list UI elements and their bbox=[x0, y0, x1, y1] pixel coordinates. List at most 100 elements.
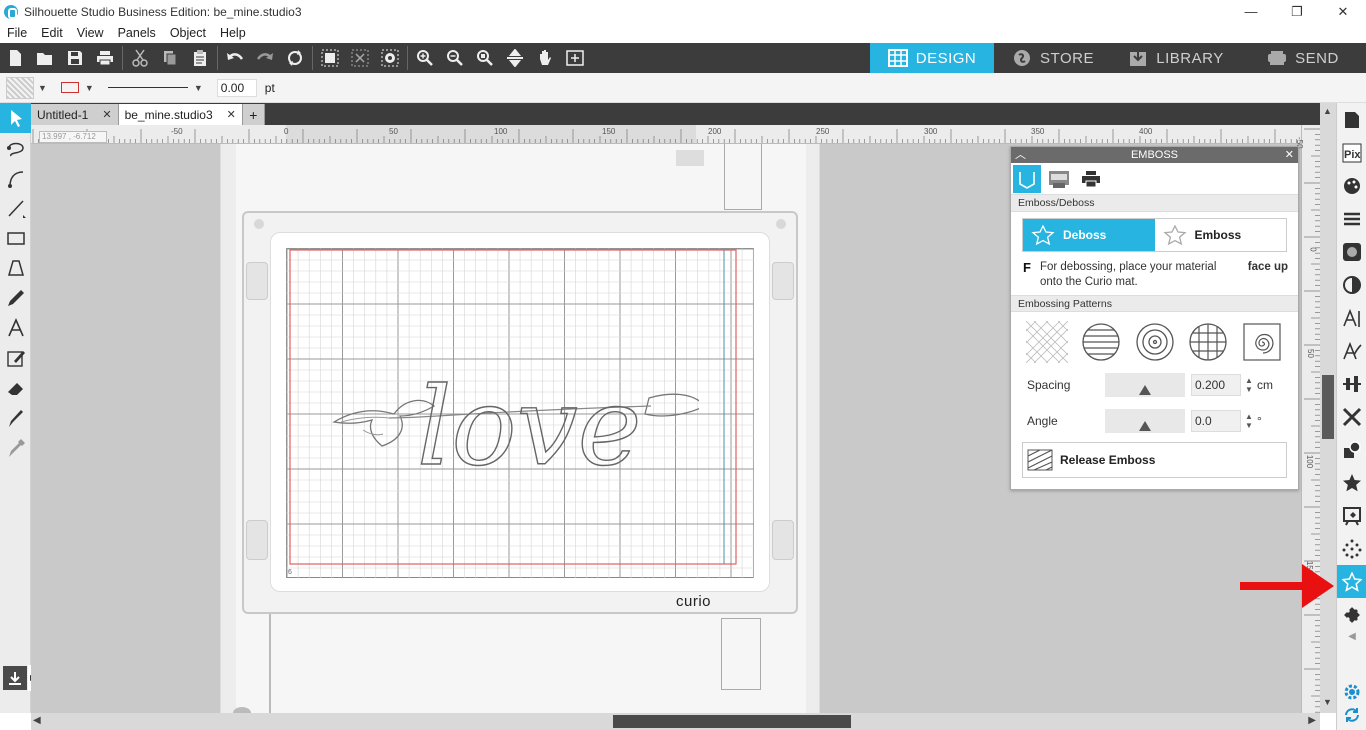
angle-slider[interactable] bbox=[1105, 409, 1185, 433]
draw-tool-icon[interactable] bbox=[0, 283, 31, 313]
scroll-down-icon[interactable]: ▼ bbox=[1323, 697, 1332, 707]
scroll-right-icon[interactable]: ▶ bbox=[1308, 715, 1316, 726]
trace-icon[interactable] bbox=[1337, 499, 1366, 532]
close-tab-icon[interactable]: ✕ bbox=[102, 108, 111, 121]
horizontal-scrollbar[interactable]: ◀ ▶ bbox=[31, 713, 1320, 730]
point-edit-tool-icon[interactable] bbox=[0, 133, 31, 163]
angle-stepper[interactable]: ▲ ▼ bbox=[1244, 412, 1254, 430]
compound-path-icon[interactable] bbox=[375, 43, 405, 73]
grid-pattern-icon[interactable] bbox=[1186, 320, 1230, 364]
fit-to-page-icon[interactable] bbox=[560, 43, 590, 73]
close-window-button[interactable]: ✕ bbox=[1320, 0, 1366, 23]
scroll-up-icon[interactable]: ▲ bbox=[1323, 106, 1332, 116]
line-style-preview[interactable] bbox=[107, 87, 188, 88]
menu-object[interactable]: Object bbox=[163, 26, 213, 40]
knife-tool-icon[interactable] bbox=[0, 403, 31, 433]
close-tab-icon[interactable]: ✕ bbox=[227, 108, 236, 121]
collapse-panel-icon[interactable]: ◀ bbox=[1337, 631, 1366, 645]
line-color-dropdown-icon[interactable]: ▼ bbox=[85, 83, 94, 93]
line-style-icon[interactable] bbox=[1337, 202, 1366, 235]
vertical-scroll-thumb[interactable] bbox=[1322, 375, 1334, 439]
emboss-panel-header[interactable]: ︿ EMBOSS ✕ bbox=[1011, 147, 1298, 163]
close-panel-icon[interactable]: ✕ bbox=[1285, 147, 1294, 163]
open-folder-icon[interactable] bbox=[30, 43, 60, 73]
align-icon[interactable] bbox=[1337, 367, 1366, 400]
print-icon[interactable] bbox=[90, 43, 120, 73]
text-style-icon[interactable] bbox=[1337, 301, 1366, 334]
save-icon[interactable] bbox=[60, 43, 90, 73]
rectangle-tool-icon[interactable] bbox=[0, 223, 31, 253]
replicate-icon[interactable] bbox=[1337, 532, 1366, 565]
curve-tool-icon[interactable] bbox=[0, 163, 31, 193]
text-to-path-icon[interactable] bbox=[1337, 334, 1366, 367]
ungroup-icon[interactable] bbox=[345, 43, 375, 73]
menu-help[interactable]: Help bbox=[213, 26, 253, 40]
eyedropper-tool-icon[interactable] bbox=[0, 433, 31, 463]
emboss-button[interactable]: Emboss bbox=[1155, 219, 1287, 251]
menu-file[interactable]: File bbox=[0, 26, 34, 40]
drag-view-icon[interactable] bbox=[500, 43, 530, 73]
tab-store[interactable]: STORE bbox=[994, 43, 1112, 73]
tab-library[interactable]: LIBRARY bbox=[1112, 43, 1240, 73]
line-width-input[interactable]: 0.00 bbox=[216, 78, 257, 97]
redo-icon[interactable] bbox=[250, 43, 280, 73]
settings-gear-icon[interactable] bbox=[1341, 681, 1363, 706]
pan-hand-icon[interactable] bbox=[530, 43, 560, 73]
line-color-swatch[interactable] bbox=[60, 82, 79, 93]
page-setup-icon[interactable] bbox=[1337, 103, 1366, 136]
spiral-pattern-icon[interactable] bbox=[1240, 320, 1284, 364]
horizontal-scroll-thumb[interactable] bbox=[613, 715, 851, 728]
fill-dropdown-icon[interactable]: ▼ bbox=[38, 83, 47, 93]
image-effects-icon[interactable] bbox=[1337, 268, 1366, 301]
zoom-select-icon[interactable] bbox=[470, 43, 500, 73]
modify-icon[interactable] bbox=[1337, 433, 1366, 466]
pixscan-icon[interactable]: Pix bbox=[1337, 136, 1366, 169]
emboss-print-tab[interactable] bbox=[1077, 165, 1105, 193]
tab-send[interactable]: SEND bbox=[1240, 43, 1366, 73]
love-design[interactable]: love bbox=[329, 338, 699, 478]
new-tab-button[interactable]: + bbox=[242, 104, 265, 125]
collapse-chevron-icon[interactable]: ︿ bbox=[1015, 147, 1026, 163]
new-document-icon[interactable] bbox=[0, 43, 30, 73]
group-icon[interactable] bbox=[315, 43, 345, 73]
eraser-tool-icon[interactable] bbox=[0, 373, 31, 403]
sync-icon[interactable] bbox=[1342, 705, 1362, 728]
menu-view[interactable]: View bbox=[70, 26, 111, 40]
fill-pattern-icon[interactable] bbox=[1337, 235, 1366, 268]
zoom-in-icon[interactable] bbox=[410, 43, 440, 73]
polygon-tool-icon[interactable] bbox=[0, 253, 31, 283]
menu-panels[interactable]: Panels bbox=[111, 26, 163, 40]
emboss-panel-icon[interactable] bbox=[1337, 565, 1366, 598]
text-tool-icon[interactable] bbox=[0, 313, 31, 343]
spacing-stepper[interactable]: ▲ ▼ bbox=[1244, 376, 1254, 394]
spacing-input[interactable]: 0.200 bbox=[1191, 374, 1241, 396]
offset-icon[interactable] bbox=[1337, 466, 1366, 499]
undo-icon[interactable] bbox=[220, 43, 250, 73]
puzzle-icon[interactable] bbox=[1337, 598, 1366, 631]
concentric-circles-pattern-icon[interactable] bbox=[1133, 320, 1177, 364]
fill-pattern-swatch[interactable] bbox=[6, 76, 34, 99]
horizontal-lines-pattern-icon[interactable] bbox=[1079, 320, 1123, 364]
line-tool-icon[interactable] bbox=[0, 193, 31, 223]
release-emboss-button[interactable]: Release Emboss bbox=[1022, 442, 1287, 478]
minimize-button[interactable]: — bbox=[1228, 0, 1274, 23]
scroll-left-icon[interactable]: ◀ bbox=[33, 715, 41, 726]
sketch-tool-icon[interactable] bbox=[0, 343, 31, 373]
select-tool-icon[interactable] bbox=[0, 103, 31, 133]
maximize-button[interactable]: ❐ bbox=[1274, 0, 1320, 23]
line-style-dropdown-icon[interactable]: ▼ bbox=[194, 83, 203, 93]
crosshatch-pattern-icon[interactable] bbox=[1025, 320, 1069, 364]
fill-color-icon[interactable] bbox=[1337, 169, 1366, 202]
redraw-icon[interactable] bbox=[280, 43, 310, 73]
paste-icon[interactable] bbox=[185, 43, 215, 73]
import-icon[interactable] bbox=[3, 666, 27, 690]
doc-tab-untitled[interactable]: Untitled-1 ✕ bbox=[31, 104, 119, 125]
angle-input[interactable]: 0.0 bbox=[1191, 410, 1241, 432]
vertical-scrollbar[interactable]: ▲ ▼ bbox=[1320, 103, 1336, 713]
copy-icon[interactable] bbox=[155, 43, 185, 73]
tab-design[interactable]: DESIGN bbox=[870, 43, 994, 73]
emboss-machine-tab[interactable] bbox=[1045, 165, 1073, 193]
doc-tab-be-mine[interactable]: be_mine.studio3 ✕ bbox=[118, 104, 243, 125]
emboss-tool-tab[interactable] bbox=[1013, 164, 1041, 193]
menu-edit[interactable]: Edit bbox=[34, 26, 70, 40]
